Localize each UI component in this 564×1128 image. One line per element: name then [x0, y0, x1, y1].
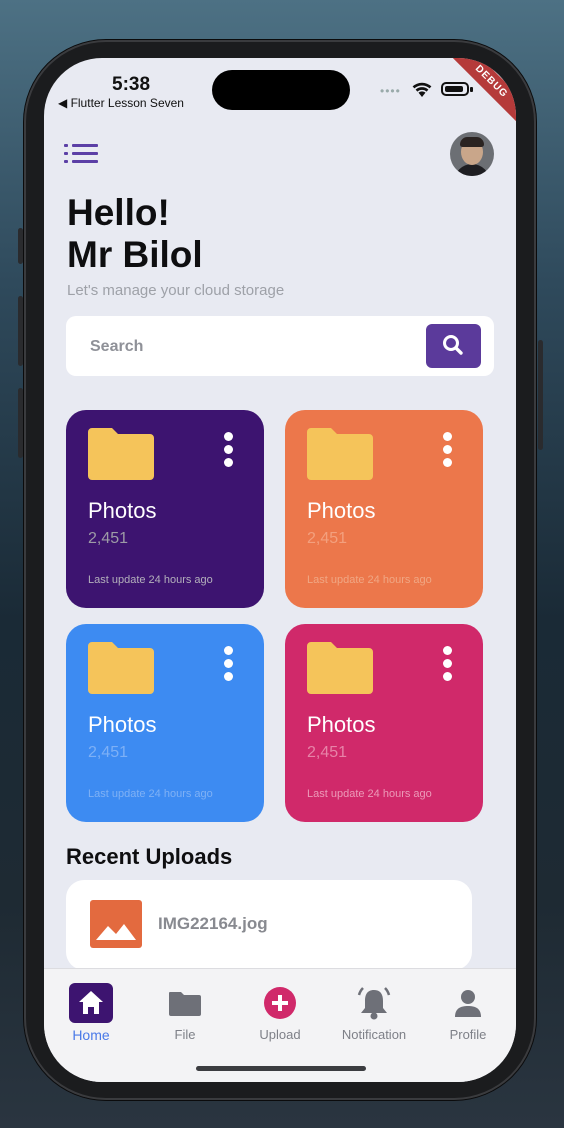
side-button-silent: [18, 228, 23, 264]
search-bar: [66, 316, 494, 376]
more-options-icon[interactable]: [437, 646, 457, 686]
menu-icon-line: [72, 160, 98, 163]
folder-icon: [88, 428, 154, 480]
folder-updated: Last update 24 hours ago: [307, 788, 432, 800]
more-options-icon[interactable]: [218, 646, 238, 686]
nav-profile[interactable]: Profile: [428, 983, 508, 1042]
folder-icon: [88, 642, 154, 694]
back-to-app-link[interactable]: ◀ Flutter Lesson Seven: [58, 96, 184, 110]
folder-count: 2,451: [307, 530, 348, 547]
home-indicator: [196, 1066, 366, 1071]
search-input[interactable]: [88, 328, 392, 366]
menu-button[interactable]: [64, 144, 98, 166]
nav-label: Upload: [259, 1027, 301, 1042]
greeting-line: Hello!: [67, 192, 170, 233]
recent-uploads-heading: Recent Uploads: [66, 844, 233, 869]
folder-title: Photos: [88, 712, 157, 737]
app-screen: 5:38 ◀ Flutter Lesson Seven •••• DEBUG H…: [44, 58, 516, 1082]
folder-title: Photos: [307, 712, 376, 737]
side-button-volume-up: [18, 296, 23, 366]
avatar-body: [454, 164, 490, 176]
folder-updated: Last update 24 hours ago: [88, 788, 213, 800]
nav-upload[interactable]: Upload: [240, 983, 320, 1042]
avatar[interactable]: [450, 132, 494, 176]
status-bar: 5:38 ◀ Flutter Lesson Seven •••• DEBUG: [44, 58, 516, 128]
image-icon: [90, 900, 142, 948]
signal-dots-icon: ••••: [380, 84, 401, 98]
more-options-icon[interactable]: [437, 432, 457, 472]
user-name: Mr Bilol: [67, 234, 203, 275]
folder-card[interactable]: Photos 2,451 Last update 24 hours ago: [285, 410, 483, 608]
bottom-navigation: Home File Upload Notification Profile: [44, 968, 516, 1082]
avatar-hair: [460, 137, 484, 147]
person-icon: [446, 983, 490, 1023]
folder-title: Photos: [88, 498, 157, 523]
home-icon: [69, 983, 113, 1023]
list-item[interactable]: IMG22164.jog: [66, 880, 472, 970]
menu-icon-dot: [64, 160, 68, 163]
nav-label: Profile: [449, 1027, 487, 1042]
folder-count: 2,451: [307, 744, 348, 761]
dynamic-island: [212, 70, 350, 110]
battery-icon: [441, 82, 469, 96]
menu-icon-dot: [64, 144, 68, 147]
menu-icon-line: [72, 152, 98, 155]
side-button-volume-down: [18, 388, 23, 458]
folder-updated: Last update 24 hours ago: [88, 574, 213, 586]
nav-notification[interactable]: Notification: [334, 983, 414, 1042]
battery-tip: [470, 87, 473, 92]
folder-icon: [307, 642, 373, 694]
folder-updated: Last update 24 hours ago: [307, 574, 432, 586]
search-icon: [443, 335, 463, 355]
search-button[interactable]: [426, 324, 481, 368]
folder-card[interactable]: Photos 2,451 Last update 24 hours ago: [66, 410, 264, 608]
nav-home[interactable]: Home: [51, 983, 131, 1043]
page-subtitle: Let's manage your cloud storage: [67, 282, 285, 299]
bell-icon: [352, 983, 396, 1023]
nav-file[interactable]: File: [145, 983, 225, 1042]
wifi-icon: [412, 82, 432, 97]
folder-icon: [307, 428, 373, 480]
nav-label: Home: [72, 1027, 110, 1043]
folder-title: Photos: [307, 498, 376, 523]
greeting-heading: Hello! Mr Bilol: [67, 192, 203, 276]
folder-card[interactable]: Photos 2,451 Last update 24 hours ago: [285, 624, 483, 822]
folder-card[interactable]: Photos 2,451 Last update 24 hours ago: [66, 624, 264, 822]
side-button-power: [538, 340, 543, 450]
menu-icon-dot: [64, 152, 68, 155]
plus-circle-icon: [258, 983, 302, 1023]
more-options-icon[interactable]: [218, 432, 238, 472]
folder-icon: [163, 983, 207, 1023]
folder-count: 2,451: [88, 530, 129, 547]
nav-label: File: [174, 1027, 196, 1042]
menu-icon-line: [72, 144, 98, 147]
upload-file-name: IMG22164.jog: [158, 914, 268, 933]
folder-count: 2,451: [88, 744, 129, 761]
nav-label: Notification: [341, 1027, 407, 1042]
status-time: 5:38: [112, 74, 151, 95]
